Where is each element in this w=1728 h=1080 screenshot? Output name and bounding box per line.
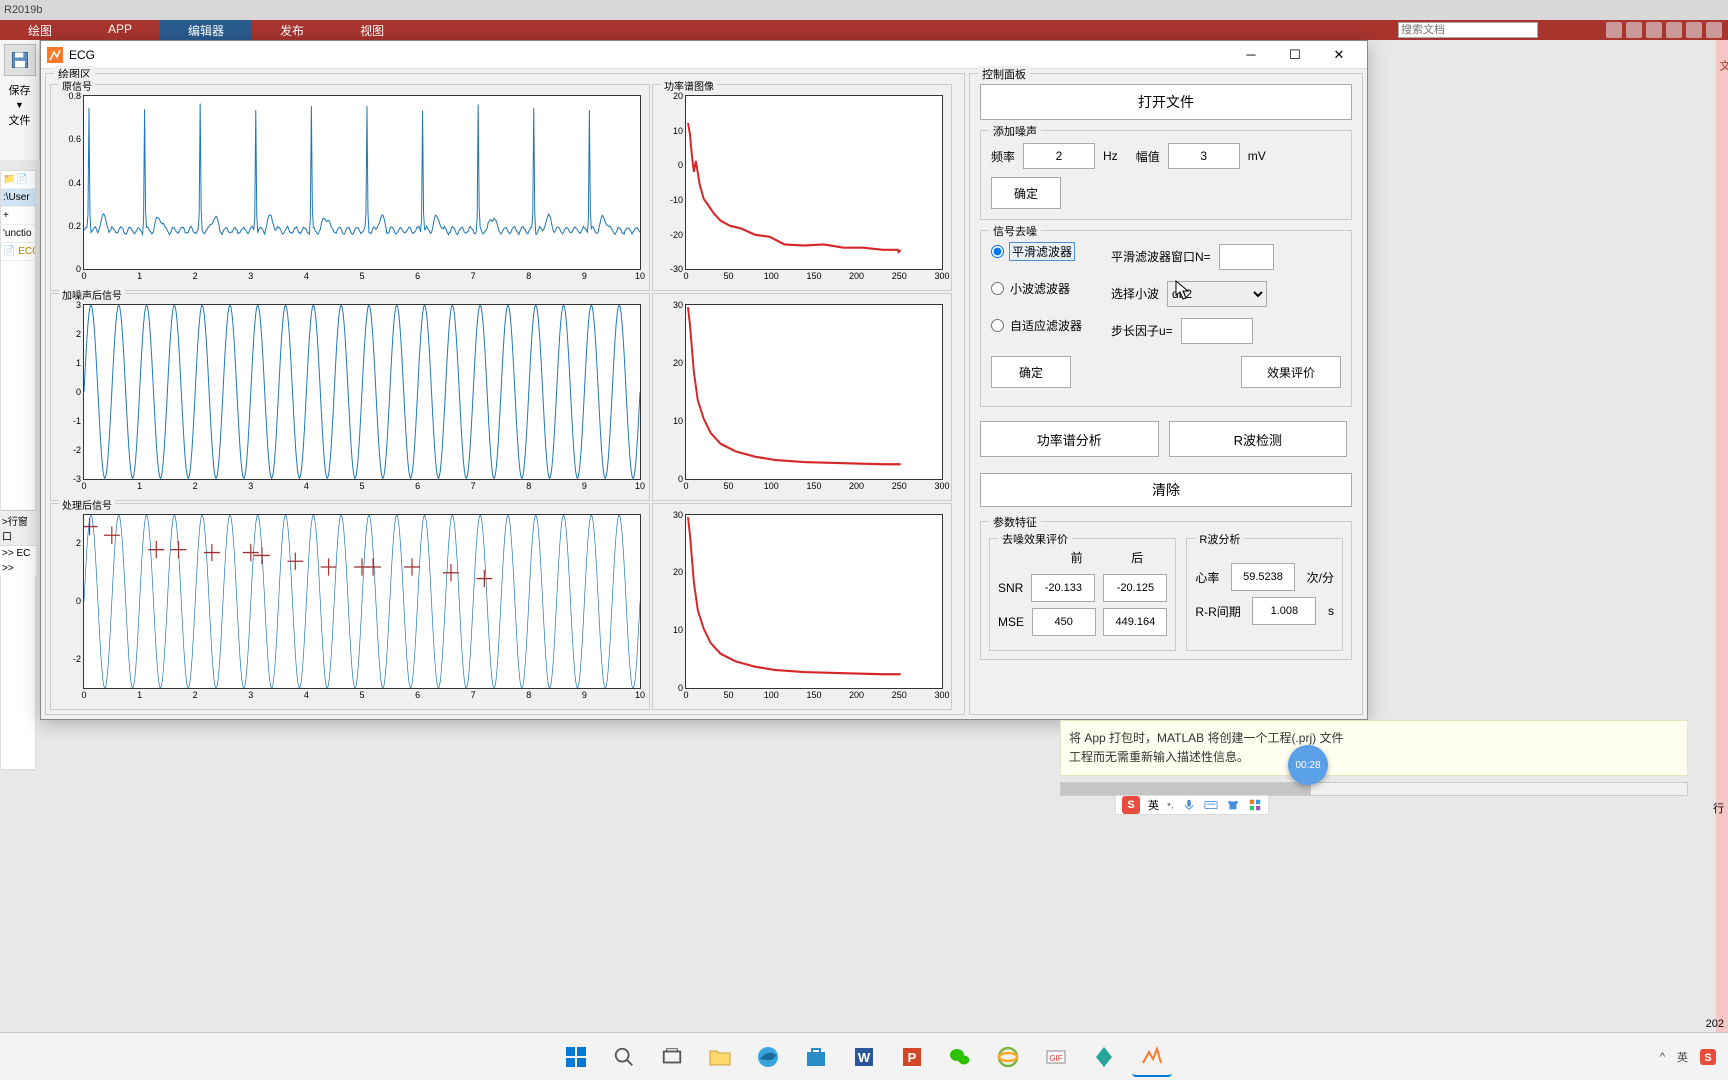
toolbar-icon[interactable] — [1646, 22, 1662, 38]
filter-wavelet-radio[interactable]: 小波滤波器 — [991, 280, 1111, 297]
app-icon[interactable] — [1084, 1037, 1124, 1077]
ribbon-tab-plot[interactable]: 绘图 — [0, 20, 80, 40]
ecg-window: ECG ─ ☐ ✕ 绘图区 原信号 0 0.2 0.4 0.6 0.8 0123… — [40, 40, 1368, 720]
h-scrollbar[interactable] — [1060, 782, 1688, 796]
step-input[interactable] — [1181, 318, 1253, 344]
ribbon-tab-editor[interactable]: 编辑器 — [160, 20, 252, 40]
browser-icon[interactable] — [988, 1037, 1028, 1077]
amp-label: 幅值 — [1136, 148, 1160, 165]
save-label: 保存 — [0, 80, 39, 100]
taskbar[interactable]: W P GIF ^ 英 S — [0, 1032, 1728, 1080]
noise-confirm-button[interactable]: 确定 — [991, 177, 1061, 209]
tray-expand-icon[interactable]: ^ — [1660, 1051, 1665, 1063]
svg-text:S: S — [1704, 1052, 1711, 1064]
snr-before: -20.133 — [1031, 574, 1095, 602]
doc-search-input[interactable] — [1398, 22, 1538, 38]
toolbar-icon[interactable] — [1606, 22, 1622, 38]
right-sidebar: 文 — [1716, 40, 1728, 1032]
subplot-psd-original: 功率谱图像 20100-10-20-30 050100150200250300 — [652, 84, 952, 291]
subplot-noisy: 加噪声后信号 3210-1-2-3 012345678910 — [50, 293, 650, 500]
param-group: 参数特征 去噪效果评价 前后 SNR-20.133-20.125 MSE4504… — [980, 521, 1352, 660]
open-file-button[interactable]: 打开文件 — [980, 84, 1352, 120]
subplot-psd-processed: 3020100 050100150200250300 — [652, 503, 952, 710]
noise-group: 添加噪声 频率 Hz 幅值 mV 确定 — [980, 130, 1352, 220]
window-title: ECG — [69, 48, 1229, 62]
timer-badge: 00:28 — [1288, 745, 1328, 785]
sogou-icon[interactable]: S — [1122, 796, 1140, 814]
word-icon[interactable]: W — [844, 1037, 884, 1077]
edge-icon[interactable] — [748, 1037, 788, 1077]
freq-label: 频率 — [991, 148, 1015, 165]
toolbar-icon[interactable] — [1666, 22, 1682, 38]
denoise-group: 信号去噪 平滑滤波器 平滑滤波器窗口N= 小波滤波器 选择小波db2 自适应滤波… — [980, 230, 1352, 407]
search-button[interactable] — [604, 1037, 644, 1077]
filter-smooth-radio[interactable]: 平滑滤波器 — [991, 243, 1111, 260]
toolbar-icon[interactable] — [1626, 22, 1642, 38]
wechat-icon[interactable] — [940, 1037, 980, 1077]
snr-after: -20.125 — [1103, 574, 1167, 602]
cursor-icon — [1175, 280, 1191, 302]
evaluate-button[interactable]: 效果评价 — [1241, 356, 1341, 388]
keyboard-icon[interactable] — [1204, 798, 1218, 812]
mse-before: 450 — [1032, 608, 1096, 636]
subplot-processed: 处理后信号 20-2 012345678910 — [50, 503, 650, 710]
subplot-original: 原信号 0 0.2 0.4 0.6 0.8 012345678910 — [50, 84, 650, 291]
ribbon-tab-view[interactable]: 视图 — [332, 20, 412, 40]
subplot-psd-noisy: 3020100 050100150200250300 — [652, 293, 952, 500]
rr-value: 1.008 — [1252, 597, 1316, 625]
ime-toolbar[interactable]: S 英 •, — [1115, 795, 1269, 815]
matlab-icon — [47, 47, 63, 63]
file-label: 文件 — [0, 110, 39, 130]
save-icon — [10, 50, 30, 70]
help-icon[interactable] — [1706, 22, 1722, 38]
ribbon-tab-publish[interactable]: 发布 — [252, 20, 332, 40]
svg-text:W: W — [858, 1050, 871, 1065]
taskview-button[interactable] — [652, 1037, 692, 1077]
gif-icon[interactable]: GIF — [1036, 1037, 1076, 1077]
ecg-titlebar[interactable]: ECG ─ ☐ ✕ — [41, 41, 1367, 69]
hr-value: 59.5238 — [1231, 563, 1295, 591]
explorer-icon[interactable] — [700, 1037, 740, 1077]
denoise-confirm-button[interactable]: 确定 — [991, 356, 1071, 388]
matlab-titlebar: R2019b — [0, 0, 1728, 20]
svg-text:P: P — [908, 1050, 917, 1065]
matlab-taskbar-icon[interactable] — [1132, 1037, 1172, 1077]
clear-button[interactable]: 清除 — [980, 473, 1352, 507]
freq-unit: Hz — [1103, 149, 1118, 163]
help-text: 将 App 打包时，MATLAB 将创建一个工程(.prj) 文件 工程而无需重… — [1060, 720, 1688, 776]
smooth-n-input[interactable] — [1219, 244, 1274, 270]
ribbon-tab-app[interactable]: APP — [80, 20, 160, 40]
amp-unit: mV — [1248, 149, 1266, 163]
system-tray[interactable]: ^ 英 S — [1660, 1049, 1716, 1065]
mse-after: 449.164 — [1103, 608, 1167, 636]
minimize-button[interactable]: ─ — [1229, 41, 1273, 69]
filter-adaptive-radio[interactable]: 自适应滤波器 — [991, 317, 1111, 334]
file-navigator[interactable]: 📁📄 :\User + 'unctio 📄 ECG — [0, 170, 36, 770]
ppt-icon[interactable]: P — [892, 1037, 932, 1077]
grid-icon[interactable] — [1248, 798, 1262, 812]
control-panel: 控制面板 打开文件 添加噪声 频率 Hz 幅值 mV 确定 信号去噪 平滑滤波器 — [969, 73, 1363, 715]
r-detect-button[interactable]: R波检测 — [1169, 421, 1348, 457]
sogou-tray-icon[interactable]: S — [1700, 1049, 1716, 1065]
toolbar-icon[interactable] — [1686, 22, 1702, 38]
svg-text:GIF: GIF — [1049, 1054, 1062, 1063]
shirt-icon[interactable] — [1226, 798, 1240, 812]
freq-input[interactable] — [1023, 143, 1095, 169]
maximize-button[interactable]: ☐ — [1273, 41, 1317, 69]
store-icon[interactable] — [796, 1037, 836, 1077]
psd-analysis-button[interactable]: 功率谱分析 — [980, 421, 1159, 457]
close-button[interactable]: ✕ — [1317, 41, 1361, 69]
start-button[interactable] — [556, 1037, 596, 1077]
save-button[interactable] — [4, 44, 36, 76]
plot-region: 绘图区 原信号 0 0.2 0.4 0.6 0.8 012345678910 — [45, 73, 965, 715]
amp-input[interactable] — [1168, 143, 1240, 169]
mic-icon[interactable] — [1182, 798, 1196, 812]
left-toolbar: 保存 ▼ 文件 — [0, 40, 40, 160]
